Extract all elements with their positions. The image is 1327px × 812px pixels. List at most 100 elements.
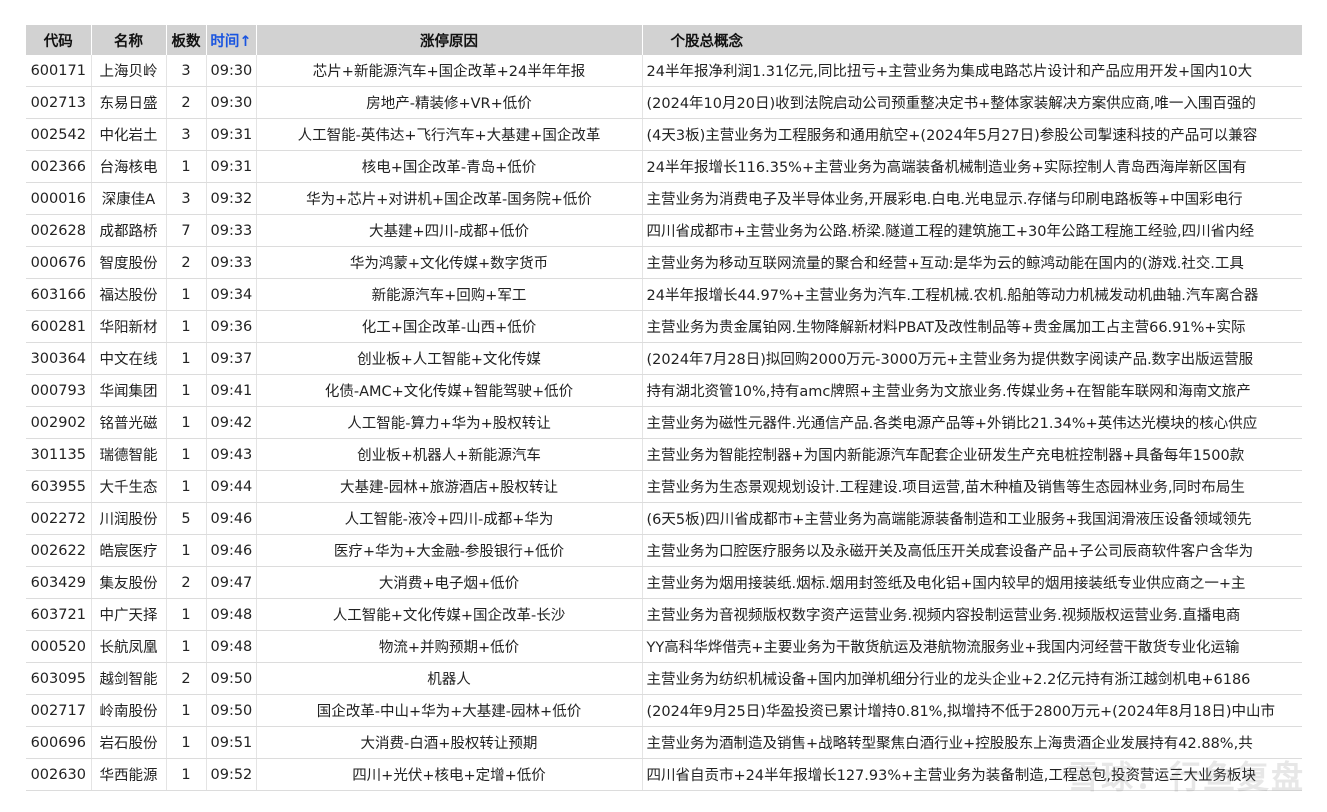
stock-code: 002542	[26, 118, 92, 151]
stock-name: 越剑智能	[91, 662, 167, 695]
board-count: 5	[166, 502, 207, 535]
stock-code: 002717	[26, 694, 92, 727]
stock-concept: 主营业务为磁性元器件.光通信产品.各类电源产品等+外销比21.34%+英伟达光模…	[642, 406, 1302, 439]
column-header-code[interactable]: 代码	[26, 25, 92, 55]
table-row[interactable]: 002272 川润股份 5 09:46 人工智能-液冷+四川-成都+华为 (6天5板)四川…	[26, 502, 1302, 535]
table-row[interactable]: 000793 华闻集团 1 09:41 化债-AMC+文化传媒+智能驾驶+低价 持有湖北资…	[26, 374, 1302, 407]
stock-code: 002902	[26, 406, 92, 439]
limit-up-time: 09:31	[206, 118, 257, 151]
limit-up-reason: 华为鸿蒙+文化传媒+数字货币	[256, 246, 643, 279]
table-row[interactable]: 600696 岩石股份 1 09:51 大消费-白酒+股权转让预期 主营业务为酒制造及销售…	[26, 726, 1302, 759]
stock-code: 603166	[26, 278, 92, 311]
board-count: 3	[166, 118, 207, 151]
table-row[interactable]: 002622 皓宸医疗 1 09:46 医疗+华为+大金融-参股银行+低价 主营业务为口腔…	[26, 534, 1302, 567]
table-row[interactable]: 002628 成都路桥 7 09:33 大基建+四川-成都+低价 四川省成都市+主营业务为…	[26, 214, 1302, 247]
stock-concept: 主营业务为口腔医疗服务以及永磁开关及高低压开关成套设备产品+子公司辰商软件客户含…	[642, 534, 1302, 567]
limit-up-reason: 房地产-精装修+VR+低价	[256, 86, 643, 119]
stock-concept: (4天3板)主营业务为工程服务和通用航空+(2024年5月27日)参股公司掣速科…	[642, 118, 1302, 151]
limit-up-time: 09:30	[206, 55, 257, 87]
table-row[interactable]: 603955 大千生态 1 09:44 大基建-园林+旅游酒店+股权转让 主营业务为生态景…	[26, 470, 1302, 503]
limit-up-reason: 创业板+人工智能+文化传媒	[256, 342, 643, 375]
stock-name: 川润股份	[91, 502, 167, 535]
stock-concept: 主营业务为贵金属铂网.生物降解新材料PBAT及改性制品等+贵金属加工占主营66.…	[642, 310, 1302, 343]
board-count: 1	[166, 342, 207, 375]
board-count: 3	[166, 182, 207, 215]
stock-name: 台海核电	[91, 150, 167, 183]
table-row[interactable]: 000520 长航凤凰 1 09:48 物流+并购预期+低价 YY高科华烨借壳+主要业务为…	[26, 630, 1302, 663]
table-row[interactable]: 600281 华阳新材 1 09:36 化工+国企改革-山西+低价 主营业务为贵金属铂网.…	[26, 310, 1302, 343]
stock-concept: 主营业务为移动互联网流量的聚合和经营+互动:是华为云的鲸鸿动能在国内的(游戏.社…	[642, 246, 1302, 279]
table-row[interactable]: 002542 中化岩土 3 09:31 人工智能-英伟达+飞行汽车+大基建+国企改革 (4…	[26, 118, 1302, 151]
stock-code: 301135	[26, 438, 92, 471]
limit-up-time: 09:51	[206, 726, 257, 759]
stock-code: 600171	[26, 55, 92, 87]
stock-name: 东易日盛	[91, 86, 167, 119]
stock-code: 002628	[26, 214, 92, 247]
table-row[interactable]: 603166 福达股份 1 09:34 新能源汽车+回购+军工 24半年报增长44.97%…	[26, 278, 1302, 311]
limit-up-reason: 大基建-园林+旅游酒店+股权转让	[256, 470, 643, 503]
stock-name: 集友股份	[91, 566, 167, 599]
limit-up-reason: 机器人	[256, 662, 643, 695]
table-row[interactable]: 002902 铭普光磁 1 09:42 人工智能-算力+华为+股权转让 主营业务为磁性元器…	[26, 406, 1302, 439]
table-row[interactable]: 002713 东易日盛 2 09:30 房地产-精装修+VR+低价 (2024年10月20…	[26, 86, 1302, 119]
table-row[interactable]: 000676 智度股份 2 09:33 华为鸿蒙+文化传媒+数字货币 主营业务为移动互联网…	[26, 246, 1302, 279]
limit-up-time: 09:46	[206, 534, 257, 567]
column-header-reason[interactable]: 涨停原因	[256, 25, 643, 55]
table-row[interactable]: 300364 中文在线 1 09:37 创业板+人工智能+文化传媒 (2024年7月28日…	[26, 342, 1302, 375]
column-header-boards[interactable]: 板数	[166, 25, 207, 55]
board-count: 1	[166, 310, 207, 343]
column-header-name[interactable]: 名称	[91, 25, 167, 55]
table-row[interactable]: 000016 深康佳A 3 09:32 华为+芯片+对讲机+国企改革-国务院+低价 主营业…	[26, 182, 1302, 215]
stock-name: 中文在线	[91, 342, 167, 375]
board-count: 1	[166, 374, 207, 407]
limit-up-reason: 大消费+电子烟+低价	[256, 566, 643, 599]
limit-up-reason: 新能源汽车+回购+军工	[256, 278, 643, 311]
board-count: 1	[166, 470, 207, 503]
stock-concept: (2024年7月28日)拟回购2000万元-3000万元+主营业务为提供数字阅读…	[642, 342, 1302, 375]
limit-up-time: 09:50	[206, 662, 257, 695]
limit-up-reason: 化债-AMC+文化传媒+智能驾驶+低价	[256, 374, 643, 407]
limit-up-time: 09:32	[206, 182, 257, 215]
board-count: 7	[166, 214, 207, 247]
table-row[interactable]: 002366 台海核电 1 09:31 核电+国企改革-青岛+低价 24半年报增长116.…	[26, 150, 1302, 183]
stock-code: 603429	[26, 566, 92, 599]
limit-up-time: 09:48	[206, 630, 257, 663]
stock-name: 中化岩土	[91, 118, 167, 151]
limit-up-reason: 医疗+华为+大金融-参股银行+低价	[256, 534, 643, 567]
stock-concept: (6天5板)四川省成都市+主营业务为高端能源装备制造和工业服务+我国润滑液压设备…	[642, 502, 1302, 535]
stock-code: 000520	[26, 630, 92, 663]
table-row[interactable]: 603721 中广天择 1 09:48 人工智能+文化传媒+国企改革-长沙 主营业务为音视…	[26, 598, 1302, 631]
column-header-time-sorted[interactable]: 时间↑	[206, 25, 257, 55]
limit-up-reason: 物流+并购预期+低价	[256, 630, 643, 663]
board-count: 1	[166, 630, 207, 663]
table-row[interactable]: 301135 瑞德智能 1 09:43 创业板+机器人+新能源汽车 主营业务为智能控制器+…	[26, 438, 1302, 471]
stock-code: 002272	[26, 502, 92, 535]
table-row[interactable]: 600171 上海贝岭 3 09:30 芯片+新能源汽车+国企改革+24半年年报 24半年…	[26, 55, 1302, 87]
stock-concept: 24半年报增长44.97%+主营业务为汽车.工程机械.农机.船舶等动力机械发动机…	[642, 278, 1302, 311]
limit-up-reason: 大消费-白酒+股权转让预期	[256, 726, 643, 759]
table-row[interactable]: 002717 岭南股份 1 09:50 国企改革-中山+华为+大基建-园林+低价 (202…	[26, 694, 1302, 727]
stock-code: 603955	[26, 470, 92, 503]
board-count: 1	[166, 150, 207, 183]
stock-concept: 24半年报增长116.35%+主营业务为高端装备机械制造业务+实际控制人青岛西海…	[642, 150, 1302, 183]
limit-up-time: 09:37	[206, 342, 257, 375]
limit-up-time: 09:48	[206, 598, 257, 631]
table-row[interactable]: 002630 华西能源 1 09:52 四川+光伏+核电+定增+低价 四川省自贡市+24半…	[26, 758, 1302, 791]
limit-up-time: 09:42	[206, 406, 257, 439]
limit-up-time: 09:30	[206, 86, 257, 119]
board-count: 2	[166, 86, 207, 119]
limit-up-reason: 人工智能-英伟达+飞行汽车+大基建+国企改革	[256, 118, 643, 151]
table-row[interactable]: 603429 集友股份 2 09:47 大消费+电子烟+低价 主营业务为烟用接装纸.烟标.…	[26, 566, 1302, 599]
limit-up-reason: 人工智能+文化传媒+国企改革-长沙	[256, 598, 643, 631]
table-row[interactable]: 603095 越剑智能 2 09:50 机器人 主营业务为纺织机械设备+国内加弹机细分行业…	[26, 662, 1302, 695]
limit-up-table: 代码 名称 板数 时间↑ 涨停原因 个股总概念 600171 上海贝岭 3 09:30…	[26, 25, 1302, 791]
limit-up-reason: 化工+国企改革-山西+低价	[256, 310, 643, 343]
stock-concept: 主营业务为烟用接装纸.烟标.烟用封签纸及电化铝+国内较早的烟用接装纸专业供应商之…	[642, 566, 1302, 599]
stock-name: 中广天择	[91, 598, 167, 631]
stock-code: 002630	[26, 758, 92, 791]
limit-up-reason: 四川+光伏+核电+定增+低价	[256, 758, 643, 791]
stock-code: 300364	[26, 342, 92, 375]
stock-concept: 主营业务为酒制造及销售+战略转型聚焦白酒行业+控股股东上海贵酒企业发展持有42.…	[642, 726, 1302, 759]
column-header-concept[interactable]: 个股总概念	[642, 25, 1302, 55]
stock-code: 600696	[26, 726, 92, 759]
